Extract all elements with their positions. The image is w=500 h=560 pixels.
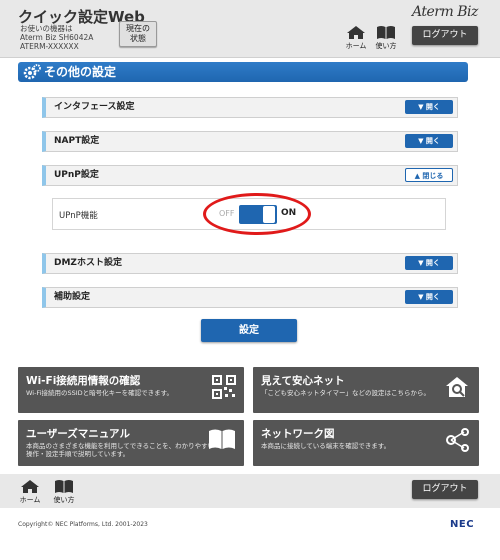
usage-button[interactable]: 使い方 bbox=[374, 25, 398, 51]
home-search-icon bbox=[446, 377, 468, 397]
device-line-3: ATERM-XXXXXX bbox=[20, 42, 79, 51]
current-status-button[interactable]: 現在の 状態 bbox=[119, 21, 157, 47]
home-button[interactable]: ホーム bbox=[344, 25, 368, 51]
accordion-label: 補助設定 bbox=[54, 292, 91, 302]
device-line-2: Aterm Biz SH6042A bbox=[20, 33, 94, 42]
section-title: その他の設定 bbox=[44, 65, 117, 79]
open-button[interactable]: ▼ 開く bbox=[405, 290, 453, 304]
tile-desc: 本商品のさまざまな機能を利用してできることを、わかりやすい操作・設定手順で説明し… bbox=[26, 442, 215, 458]
tile-desc: 本商品に接続している端末を確認できます。 bbox=[261, 442, 391, 450]
header: クイック設定Web お使いの機器は Aterm Biz SH6042A ATER… bbox=[0, 0, 500, 58]
qr-code-icon bbox=[212, 375, 236, 399]
accordion-label: DMZホスト設定 bbox=[54, 258, 122, 268]
book-icon bbox=[55, 480, 73, 493]
book-icon bbox=[377, 26, 395, 39]
copyright: Copyright© NEC Platforms, Ltd. 2001-2023 bbox=[18, 521, 148, 528]
home-label: ホーム bbox=[19, 496, 41, 504]
tile-title: 見えて安心ネット bbox=[261, 375, 345, 387]
home-icon bbox=[347, 26, 365, 39]
setting-button[interactable]: 設定 bbox=[201, 319, 297, 342]
wifi-info-tile[interactable]: Wi-Fi接続用情報の確認 Wi-Fi接続用のSSIDと暗号化キーを確認できます… bbox=[18, 367, 244, 413]
tile-title: Wi-Fi接続用情報の確認 bbox=[26, 375, 141, 387]
tile-title: ネットワーク図 bbox=[261, 428, 335, 440]
accordion-dmz[interactable]: DMZホスト設定 ▼ 開く bbox=[42, 253, 458, 274]
tile-title: ユーザーズマニュアル bbox=[26, 428, 130, 440]
accordion-label: UPnP設定 bbox=[54, 170, 99, 180]
open-button[interactable]: ▼ 開く bbox=[405, 256, 453, 270]
home-label: ホーム bbox=[345, 42, 367, 50]
accordion-interface[interactable]: インタフェース設定 ▼ 開く bbox=[42, 97, 458, 118]
usage-label: 使い方 bbox=[375, 42, 397, 50]
accordion-label: NAPT設定 bbox=[54, 136, 100, 146]
upnp-function-label: UPnP機能 bbox=[59, 211, 98, 221]
tile-desc: Wi-Fi接続用のSSIDと暗号化キーを確認できます。 bbox=[26, 389, 174, 397]
accordion-label: インタフェース設定 bbox=[54, 102, 135, 112]
book-icon bbox=[209, 429, 235, 449]
accordion-auxiliary[interactable]: 補助設定 ▼ 開く bbox=[42, 287, 458, 308]
tile-desc: 「こども安心ネットタイマー」などの設定はこちらから。 bbox=[261, 389, 430, 397]
brand-logo: Aterm Biz bbox=[412, 4, 478, 20]
safety-net-tile[interactable]: 見えて安心ネット 「こども安心ネットタイマー」などの設定はこちらから。 bbox=[253, 367, 479, 413]
device-info: お使いの機器は Aterm Biz SH6042A ATERM-XXXXXX bbox=[20, 24, 93, 51]
open-button[interactable]: ▼ 開く bbox=[405, 100, 453, 114]
usage-label: 使い方 bbox=[53, 496, 75, 504]
open-button-label: 開く bbox=[425, 103, 440, 111]
logout-button[interactable]: ログアウト bbox=[412, 26, 478, 45]
status-line-2: 状態 bbox=[130, 34, 146, 43]
accordion-upnp[interactable]: UPnP設定 ▲ 閉じる bbox=[42, 165, 458, 186]
footer-logout-button[interactable]: ログアウト bbox=[412, 480, 478, 499]
footer-home-button[interactable]: ホーム bbox=[18, 479, 42, 505]
open-button-label: 開く bbox=[425, 137, 440, 145]
status-line-1: 現在の bbox=[126, 24, 150, 33]
accordion-napt[interactable]: NAPT設定 ▼ 開く bbox=[42, 131, 458, 152]
footer-usage-button[interactable]: 使い方 bbox=[52, 479, 76, 505]
close-button-label: 閉じる bbox=[422, 172, 444, 180]
section-title-bar: その他の設定 bbox=[18, 62, 468, 82]
open-button-label: 開く bbox=[425, 293, 440, 301]
network-icon bbox=[446, 428, 469, 452]
network-map-tile[interactable]: ネットワーク図 本商品に接続している端末を確認できます。 bbox=[253, 420, 479, 466]
user-manual-tile[interactable]: ユーザーズマニュアル 本商品のさまざまな機能を利用してできることを、わかりやすい… bbox=[18, 420, 244, 466]
gear-icon bbox=[23, 64, 41, 80]
home-icon bbox=[21, 480, 39, 493]
open-button[interactable]: ▼ 開く bbox=[405, 134, 453, 148]
nec-logo: NEC bbox=[450, 519, 475, 530]
close-button[interactable]: ▲ 閉じる bbox=[405, 168, 453, 182]
device-line-1: お使いの機器は bbox=[20, 24, 73, 33]
footer-bar: ホーム 使い方 ログアウト bbox=[0, 474, 500, 508]
highlight-ring bbox=[203, 193, 311, 235]
open-button-label: 開く bbox=[425, 259, 440, 267]
